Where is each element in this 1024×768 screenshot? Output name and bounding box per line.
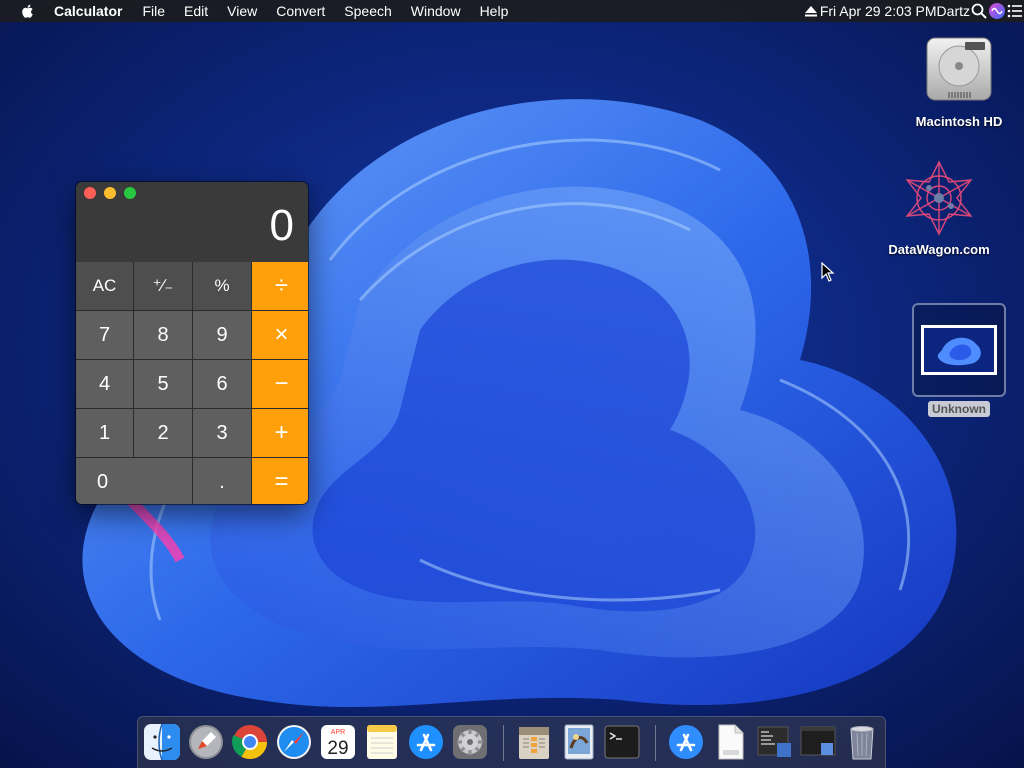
dock-calendar[interactable]: APR 29 (319, 723, 357, 763)
key-equals[interactable]: = (252, 458, 308, 504)
dock-preview[interactable] (559, 723, 597, 763)
menu-convert[interactable]: Convert (276, 3, 325, 19)
safari-icon (277, 725, 311, 759)
minimize-window-button[interactable] (104, 187, 116, 199)
dock-chrome[interactable] (231, 723, 269, 763)
desktop-icon-label: Macintosh HD (915, 114, 1003, 129)
dock-archive-utility[interactable] (515, 723, 553, 763)
gear-icon (453, 725, 487, 759)
window-titlebar[interactable] (76, 182, 308, 206)
dock-separator (655, 725, 656, 761)
zoom-window-button[interactable] (124, 187, 136, 199)
document-icon (718, 724, 744, 760)
dock-notes[interactable] (363, 723, 401, 763)
applications-folder-icon (669, 725, 703, 759)
dock-launchpad[interactable] (187, 723, 225, 763)
key-0[interactable]: 0 (76, 458, 192, 504)
mouse-cursor-icon (821, 262, 835, 282)
trash-icon (850, 726, 874, 760)
menu-user[interactable]: Dartz (937, 3, 970, 19)
calculator-window: 0 AC ⁺∕₋% ÷ 7 8 9 × 4 5 6− 1 2 3 +0. = (76, 182, 308, 504)
dock-window-2[interactable] (799, 723, 837, 763)
window-thumbnail-icon (800, 726, 836, 756)
key-all-clear[interactable]: AC (76, 262, 133, 310)
menu-window[interactable]: Window (411, 3, 461, 19)
dock-window-1[interactable] (755, 723, 793, 763)
archive-icon (519, 727, 549, 759)
calendar-month: APR (331, 729, 345, 736)
calculator-keypad: AC ⁺∕₋% ÷ 7 8 9 × 4 5 6− 1 2 3 +0. = (76, 262, 308, 504)
key-2[interactable]: 2 (134, 409, 192, 457)
key-6[interactable]: 6 (193, 360, 251, 408)
key-7[interactable]: 7 (76, 311, 133, 359)
dock-applications-folder[interactable] (667, 723, 705, 763)
dock-document[interactable] (711, 723, 749, 763)
key-8[interactable]: 8 (134, 311, 192, 359)
image-thumbnail (912, 303, 1006, 397)
menu-bar: Calculator File Edit View Convert Speech… (0, 0, 1024, 22)
network-icon (905, 160, 973, 236)
dock-separator (503, 725, 504, 761)
launchpad-icon (189, 725, 223, 759)
key-4[interactable]: 4 (76, 360, 133, 408)
key-1[interactable]: 1 (76, 409, 133, 457)
apple-icon[interactable] (19, 2, 37, 20)
desktop-icon-unknown[interactable]: Unknown (912, 303, 1006, 417)
notes-icon (367, 725, 397, 759)
desktop-icon-macintosh-hd[interactable]: Macintosh HD (906, 32, 1012, 129)
image-thumbnail-icon (921, 325, 997, 375)
calendar-day: 29 (327, 738, 348, 759)
dock: APR 29 (137, 716, 886, 768)
terminal-icon (604, 725, 640, 759)
eject-icon[interactable] (802, 2, 820, 20)
desktop-icon-label: Unknown (928, 401, 990, 417)
menu-edit[interactable]: Edit (184, 3, 208, 19)
key-divide[interactable]: ÷ (252, 262, 308, 310)
dock-app-store[interactable] (407, 723, 445, 763)
key-subtract[interactable]: − (252, 360, 308, 408)
key-percent[interactable]: % (193, 262, 251, 310)
key-3[interactable]: 3 (193, 409, 251, 457)
key-5[interactable]: 5 (134, 360, 192, 408)
siri-icon[interactable] (988, 2, 1006, 20)
key-9[interactable]: 9 (193, 311, 251, 359)
key-toggle-sign[interactable]: ⁺∕₋ (134, 262, 192, 310)
hard-drive-icon (926, 37, 992, 101)
search-icon[interactable] (970, 2, 988, 20)
app-store-icon (409, 725, 443, 759)
close-window-button[interactable] (84, 187, 96, 199)
menu-clock[interactable]: Fri Apr 29 2:03 PM (820, 3, 937, 19)
chrome-icon (232, 725, 267, 759)
menu-app-name[interactable]: Calculator (54, 3, 122, 19)
dock-terminal[interactable] (603, 723, 641, 763)
menu-file[interactable]: File (142, 3, 165, 19)
dock-trash[interactable] (843, 723, 881, 763)
menu-view[interactable]: View (227, 3, 257, 19)
key-multiply[interactable]: × (252, 311, 308, 359)
dock-system-preferences[interactable] (451, 723, 489, 763)
calendar-icon: APR 29 (321, 725, 355, 759)
finder-icon (144, 723, 180, 761)
key-add[interactable]: + (252, 409, 308, 457)
menu-speech[interactable]: Speech (344, 3, 391, 19)
dock-safari[interactable] (275, 723, 313, 763)
control-center-icon[interactable] (1006, 2, 1024, 20)
key-decimal[interactable]: . (193, 458, 251, 504)
dock-finder[interactable] (143, 723, 181, 763)
preview-icon (564, 724, 594, 760)
window-thumbnail-icon (757, 726, 791, 757)
calculator-display: 0 (269, 201, 294, 250)
desktop-icon-datawagon[interactable]: DataWagon.com (884, 158, 994, 257)
menu-help[interactable]: Help (480, 3, 509, 19)
desktop-icon-label: DataWagon.com (888, 242, 990, 257)
